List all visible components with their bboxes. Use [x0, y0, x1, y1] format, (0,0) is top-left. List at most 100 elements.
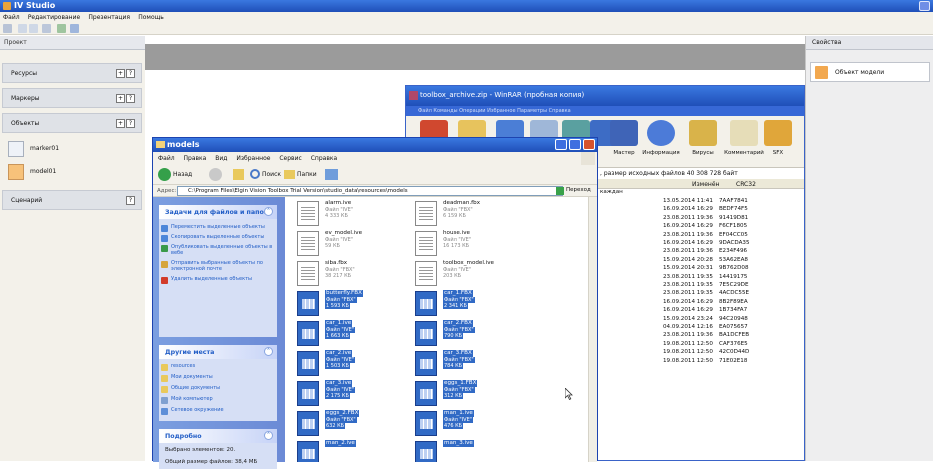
file-item[interactable]: eggs_2.FBX Файл "FBX" 632 КБ	[297, 409, 427, 439]
tree-icon[interactable]	[57, 24, 66, 33]
play-icon[interactable]	[42, 24, 51, 33]
collapse-icon[interactable]: ⌃	[264, 207, 273, 216]
forward-icon[interactable]	[209, 168, 222, 181]
forward-icon[interactable]	[29, 24, 38, 33]
section-resources[interactable]: Ресурсы +?	[2, 63, 142, 83]
help-button[interactable]: ?	[126, 94, 135, 103]
place-link[interactable]: Мой компьютер	[159, 395, 277, 404]
file-name: eggs_2.FBX	[325, 410, 360, 417]
menu-presentation[interactable]: Презентация	[85, 12, 133, 23]
collapse-icon[interactable]: ⌃	[264, 431, 273, 440]
section-scenario[interactable]: Сценарий ?	[2, 190, 142, 210]
close-button[interactable]	[583, 139, 595, 150]
menu-edit[interactable]: Правка	[184, 155, 207, 162]
up-folder-icon[interactable]	[233, 169, 244, 180]
winrar-menubar[interactable]: Файл Команды Операции Избранное Параметр…	[406, 106, 804, 116]
place-label: Общие документы	[171, 385, 221, 391]
row-date: 23.08.2011 19:35	[663, 273, 713, 280]
place-link[interactable]: resources	[159, 362, 277, 371]
sfx-button[interactable]: SFX	[758, 118, 798, 166]
go-icon[interactable]	[556, 187, 564, 195]
file-item[interactable]: car_2.ive Файл "IVE" 1 503 КБ	[297, 349, 427, 379]
file-item[interactable]: butterfly.FBX Файл "FBX" 1 593 КБ	[297, 289, 427, 319]
file-item[interactable]: car_2.FBX Файл "FBX" 790 КБ	[415, 319, 545, 349]
section-objects[interactable]: Объекты +?	[2, 113, 142, 133]
details-header[interactable]: Подробно ⌃	[159, 429, 277, 443]
go-button[interactable]: Переход	[566, 187, 591, 193]
address-field[interactable]: C:\Program Files\Elgin Vision Toolbox Tr…	[177, 186, 563, 196]
col-modified[interactable]: Изменён	[692, 181, 719, 188]
file-item[interactable]: toolbox_model.ive Файл "IVE" 203 КБ	[415, 259, 545, 289]
file-item[interactable]: deadman.fbx Файл "FBX" 6 159 КБ	[415, 199, 545, 229]
file-icon	[415, 381, 437, 406]
task-link[interactable]: Опубликовать выделенные объекты в вебе	[159, 243, 277, 257]
place-icon	[161, 408, 168, 415]
file-item[interactable]: man_3.ive	[415, 439, 545, 462]
other-places-header[interactable]: Другие места ⌃	[159, 345, 277, 359]
menu-help[interactable]: Справка	[311, 155, 337, 162]
file-item[interactable]: man_1.ive Файл "IVE" 476 КБ	[415, 409, 545, 439]
menu-favorites[interactable]: Избранное	[236, 155, 270, 162]
add-button[interactable]: +	[116, 94, 125, 103]
file-item[interactable]: car_3.FBX Файл "FBX" 784 КБ	[415, 349, 545, 379]
properties-header: Свойства	[806, 36, 933, 50]
file-item[interactable]: car_3.ive Файл "IVE" 2 175 КБ	[297, 379, 427, 409]
row-date: 15.09.2014 20:28	[663, 256, 713, 263]
help-button[interactable]: ?	[126, 196, 135, 205]
file-item[interactable]: house.ive Файл "IVE" 16 173 КБ	[415, 229, 545, 259]
object-item-model[interactable]: model01	[6, 163, 121, 181]
file-item[interactable]: alarm.ive Файл "IVE" 4 333 КБ	[297, 199, 427, 229]
new-icon[interactable]	[3, 24, 12, 33]
file-tasks-header[interactable]: Задачи для файлов и папок ⌃	[159, 205, 277, 219]
back-label[interactable]: Назад	[173, 171, 192, 178]
section-markers[interactable]: Маркеры +?	[2, 88, 142, 108]
maximize-button[interactable]	[569, 139, 581, 150]
task-icon	[161, 245, 168, 252]
app-menubar: Файл Редактирование Презентация Помощь	[0, 12, 933, 23]
app-close-button[interactable]	[919, 1, 930, 11]
scrollbar[interactable]	[588, 197, 597, 462]
task-link[interactable]: Удалить выделенные объекты	[159, 275, 277, 284]
task-link[interactable]: Отправить выбранные объекты по электронн…	[159, 259, 277, 273]
file-item[interactable]: man_2.ive	[297, 439, 427, 462]
back-icon[interactable]	[18, 24, 27, 33]
object-item-marker[interactable]: marker01	[6, 140, 121, 158]
menu-tools[interactable]: Сервис	[279, 155, 301, 162]
info-button[interactable]: Информация	[641, 118, 681, 166]
file-item[interactable]: car_1.FBX Файл "FBX" 2 341 КБ	[415, 289, 545, 319]
col-crc[interactable]: CRC32	[736, 181, 756, 188]
menu-edit[interactable]: Редактирование	[25, 12, 83, 23]
task-link[interactable]: Переместить выделенные объекты	[159, 223, 277, 232]
menu-view[interactable]: Вид	[215, 155, 227, 162]
property-item[interactable]: Объект модели	[810, 62, 930, 82]
row-crc: 1B734FA7	[719, 307, 748, 314]
help-button[interactable]: ?	[126, 69, 135, 78]
layout-icon[interactable]	[70, 24, 79, 33]
add-button[interactable]: +	[116, 69, 125, 78]
search-button[interactable]: Поиск	[262, 171, 281, 178]
file-item[interactable]: eggs_1.FBX Файл "FBX" 312 КБ	[415, 379, 545, 409]
menu-help[interactable]: Помощь	[135, 12, 167, 23]
task-link[interactable]: Скопировать выделенные объекты	[159, 233, 277, 242]
file-name: alarm.ive	[325, 200, 352, 206]
collapse-icon[interactable]: ⌃	[264, 347, 273, 356]
back-icon[interactable]	[158, 168, 171, 181]
folder-icon	[156, 141, 165, 148]
wizard-button[interactable]: Мастер	[604, 118, 644, 166]
file-item[interactable]: ev_model.ive Файл "IVE" 59 КБ	[297, 229, 427, 259]
menu-file[interactable]: Файл	[158, 155, 175, 162]
menu-file[interactable]: Файл	[0, 12, 23, 23]
folders-button[interactable]: Папки	[297, 171, 317, 178]
views-icon[interactable]	[325, 169, 338, 180]
sfx-label: SFX	[772, 150, 784, 156]
add-button[interactable]: +	[116, 119, 125, 128]
place-link[interactable]: Общие документы	[159, 384, 277, 393]
minimize-button[interactable]	[555, 139, 567, 150]
help-button[interactable]: ?	[126, 119, 135, 128]
virus-button[interactable]: Вирусы	[683, 118, 723, 166]
place-link[interactable]: Сетевое окружение	[159, 406, 277, 415]
file-item[interactable]: siba.fbx Файл "FBX" 38 217 КБ	[297, 259, 427, 289]
place-link[interactable]: Мои документы	[159, 373, 277, 382]
file-item[interactable]: car_1.ive Файл "IVE" 1 663 КБ	[297, 319, 427, 349]
file-icon	[297, 411, 319, 436]
